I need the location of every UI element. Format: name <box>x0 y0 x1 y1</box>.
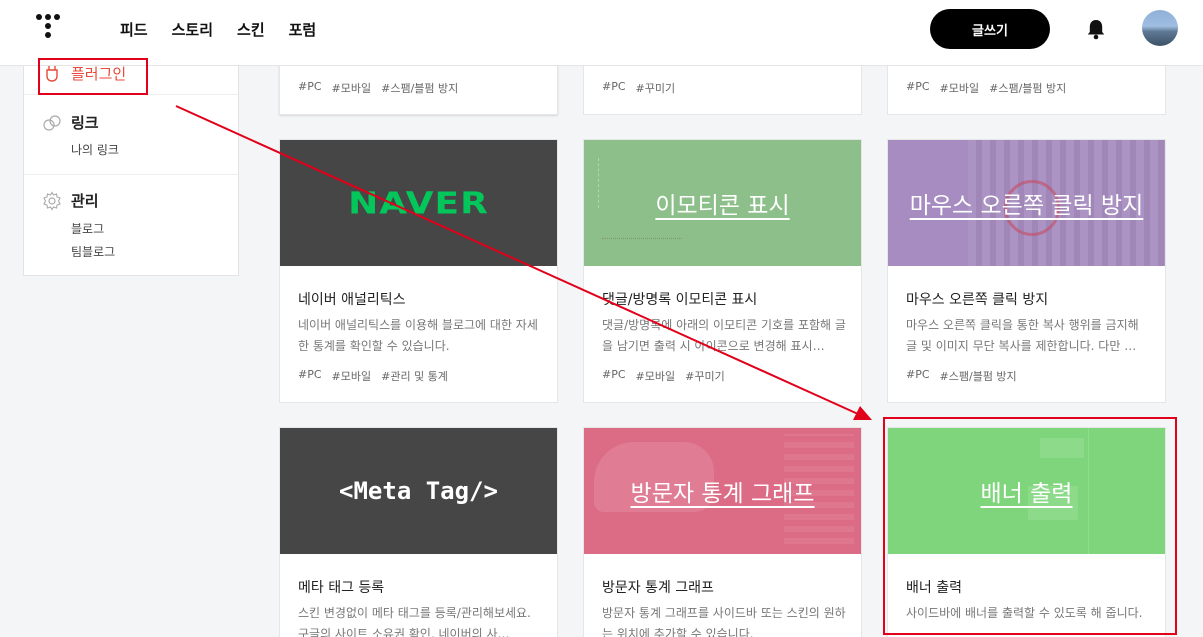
card-description: 사이드바에 배너를 출력할 수 있도록 해 줍니다. <box>906 606 1143 620</box>
nav-feed[interactable]: 피드 <box>120 19 148 40</box>
card-tags: #PC #꾸미기 <box>602 80 676 95</box>
card-thumbnail: NAVER <box>280 140 557 266</box>
card-title: 방문자 통계 그래프 <box>602 580 714 596</box>
card-title: 댓글/방명록 이모티콘 표시 <box>602 292 758 308</box>
card-thumbnail-label: <Meta Tag/> <box>339 477 498 505</box>
sidebar-item-blog[interactable]: 블로그 <box>71 220 104 237</box>
card-tags: #PC #모바일 #스팸/블펌 방지 <box>298 80 459 95</box>
card-thumbnail-label: 방문자 통계 그래프 <box>630 481 815 507</box>
card-thumbnail: 이모티콘 표시 <box>584 140 861 266</box>
user-avatar[interactable] <box>1142 10 1178 46</box>
gear-icon <box>43 191 61 211</box>
card-thumbnail: 배너 출력 <box>888 428 1165 554</box>
nav-skin[interactable]: 스킨 <box>237 19 265 40</box>
card-description: 방문자 통계 그래프를 사이드바 또는 스킨의 원하는 위치에 추가할 수 있습… <box>602 606 846 637</box>
top-header: 피드 스토리 스킨 포럼 글쓰기 <box>0 0 1203 66</box>
naver-logo: NAVER <box>348 185 489 221</box>
card-tags: #PC #모바일 #꾸미기 <box>602 368 725 383</box>
main-nav: 피드 스토리 스킨 포럼 <box>120 0 316 58</box>
plugin-card-visitor-graph[interactable]: 방문자 통계 그래프 방문자 통계 그래프 방문자 통계 그래프를 사이드바 또… <box>583 427 862 637</box>
sidebar-section-manage: 관리 블로그 팀블로그 <box>24 176 238 276</box>
sidebar-title-link: 링크 <box>71 114 99 132</box>
card-title: 메타 태그 등록 <box>298 580 385 596</box>
plugin-card-right-click-block[interactable]: 마우스 오른쪽 클릭 방지 마우스 오른쪽 클릭 방지 마우스 오른쪽 클릭을 … <box>887 139 1166 403</box>
card-thumbnail-label: 배너 출력 <box>980 481 1073 507</box>
plugin-icon <box>46 66 58 82</box>
write-button[interactable]: 글쓰기 <box>930 9 1050 49</box>
card-tags: #PC #모바일 #스팸/블펌 방지 <box>906 80 1067 95</box>
card-description: 마우스 오른쪽 클릭을 통한 복사 행위를 금지해 글 및 이미지 무단 복사를… <box>906 318 1139 353</box>
card-thumbnail: 마우스 오른쪽 클릭 방지 <box>888 140 1165 266</box>
sidebar-item-team-blog[interactable]: 팀블로그 <box>71 243 115 260</box>
card-title: 네이버 애널리틱스 <box>298 292 406 308</box>
card-tags: #PC #모바일 #관리 및 통계 <box>298 368 448 383</box>
card-thumbnail: 방문자 통계 그래프 <box>584 428 861 554</box>
nav-story[interactable]: 스토리 <box>172 19 213 40</box>
plugin-card-banner[interactable]: 배너 출력 배너 출력 사이드바에 배너를 출력할 수 있도록 해 줍니다. <box>887 427 1166 637</box>
card-description: 댓글/방명록에 아래의 이모티콘 기호를 포함해 글을 남기면 출력 시 아이콘… <box>602 318 846 353</box>
plugin-card-naver-analytics[interactable]: NAVER 네이버 애널리틱스 네이버 애널리틱스를 이용해 블로그에 대한 자… <box>279 139 558 403</box>
settings-sidebar: 플러그인 링크 나의 링크 관리 블로그 팀블로그 <box>23 40 239 276</box>
card-title: 마우스 오른쪽 클릭 방지 <box>906 292 1049 308</box>
card-thumbnail-label: 마우스 오른쪽 클릭 방지 <box>909 193 1144 219</box>
card-description: 스킨 변경없이 메타 태그를 등록/관리해보세요. 구글의 사이트 소유권 확인… <box>298 606 531 637</box>
nav-forum[interactable]: 포럼 <box>289 19 317 40</box>
card-tags: #PC #스팸/블펌 방지 <box>906 368 1017 383</box>
sidebar-title-manage: 관리 <box>71 192 99 210</box>
card-title: 배너 출력 <box>906 580 962 596</box>
card-thumbnail: <Meta Tag/> <box>280 428 557 554</box>
sidebar-section-link: 링크 나의 링크 <box>24 96 238 175</box>
card-thumbnail-label: 이모티콘 표시 <box>655 193 790 219</box>
plugin-card-meta-tag[interactable]: <Meta Tag/> 메타 태그 등록 스킨 변경없이 메타 태그를 등록/관… <box>279 427 558 637</box>
tistory-logo-icon[interactable] <box>36 14 60 44</box>
sidebar-item-plugin[interactable]: 플러그인 <box>71 63 126 84</box>
sidebar-item-my-link[interactable]: 나의 링크 <box>71 141 119 158</box>
bell-icon[interactable] <box>1085 17 1107 41</box>
plugin-card-emoticon[interactable]: 이모티콘 표시 댓글/방명록 이모티콘 표시 댓글/방명록에 아래의 이모티콘 … <box>583 139 862 403</box>
link-icon <box>43 115 61 131</box>
card-description: 네이버 애널리틱스를 이용해 블로그에 대한 자세한 통계를 확인할 수 있습니… <box>298 318 538 353</box>
